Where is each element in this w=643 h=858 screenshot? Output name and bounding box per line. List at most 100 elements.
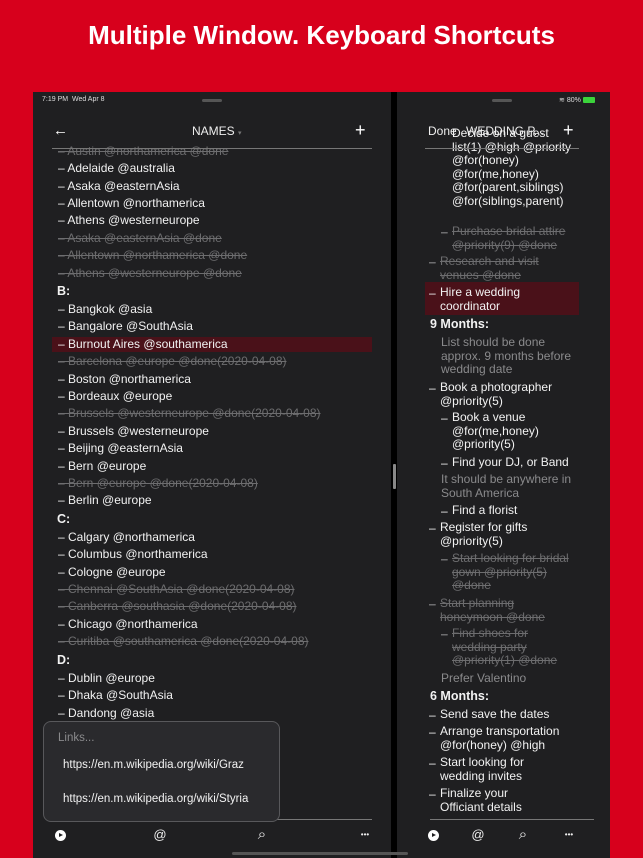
play-icon[interactable] bbox=[428, 830, 439, 841]
bullet-dash: – bbox=[441, 456, 448, 470]
item-text-line: @priority(5) bbox=[440, 393, 503, 408]
list-item[interactable]: – Find shoes for wedding party @priority(1)… bbox=[441, 626, 558, 668]
item-text-line: honeymoon @done bbox=[440, 609, 545, 624]
list-item[interactable]: – Allentown @northamerica @done bbox=[58, 248, 247, 262]
item-text-line: Prefer Valentino bbox=[441, 671, 527, 685]
play-icon[interactable] bbox=[55, 830, 66, 841]
list-item[interactable]: – Brussels @westerneurope bbox=[58, 424, 209, 438]
item-text-line: Arrange transportation bbox=[440, 724, 560, 738]
list-item[interactable]: Decide on a guest list(1) @high @priority… bbox=[452, 126, 571, 208]
list-item[interactable]: – Finalize your Officiant details bbox=[429, 786, 522, 814]
list-item[interactable]: – Barcelona @europe @done(2020-04-08) bbox=[58, 354, 287, 368]
battery-level: 80% bbox=[566, 97, 581, 104]
list-item[interactable]: – Bangkok @asia bbox=[58, 302, 152, 316]
list-item[interactable]: – Find your DJ, or Band bbox=[441, 455, 569, 470]
names-pane: 7:19 PM Wed Apr 8 ← NAMES ▾ + – Austin @… bbox=[33, 92, 391, 858]
list-item[interactable]: – Boston @northamerica bbox=[58, 372, 191, 386]
note[interactable]: It should be anywhere in South America bbox=[441, 472, 571, 500]
item-text-line: Find a florist bbox=[452, 503, 518, 517]
list-item[interactable]: – Start planning honeymoon @done bbox=[429, 596, 545, 624]
note[interactable]: Prefer Valentino bbox=[441, 671, 527, 686]
more-icon[interactable]: ••• bbox=[355, 828, 375, 842]
list-item[interactable]: – Start looking for bridal gown @priority(… bbox=[441, 551, 569, 593]
list-item[interactable]: – Athens @westerneurope bbox=[58, 213, 200, 227]
list-item[interactable]: – Athens @westerneurope @done bbox=[58, 266, 242, 280]
bullet-dash: – bbox=[441, 552, 448, 566]
popup-title: Links... bbox=[58, 732, 95, 744]
list-item[interactable]: – Bangalore @SouthAsia bbox=[58, 319, 193, 333]
list-item[interactable]: – Dublin @europe bbox=[58, 671, 155, 685]
item-text-line: Register for gifts bbox=[440, 520, 528, 534]
list-item[interactable]: – Book a venue @for(me,honey) @priority(5) bbox=[441, 410, 539, 452]
section-header[interactable]: 9 Months: bbox=[430, 317, 489, 332]
bullet-dash: – bbox=[441, 627, 448, 641]
item-text-line: @for(me,honey) bbox=[452, 166, 539, 181]
section-header[interactable]: C: bbox=[57, 512, 70, 526]
list-item[interactable]: – Register for gifts @priority(5) bbox=[429, 520, 528, 548]
list-item[interactable]: – Find a florist bbox=[441, 503, 518, 518]
window-grabber[interactable] bbox=[202, 99, 222, 102]
list-item[interactable]: – Chennai @SouthAsia @done(2020-04-08) bbox=[58, 582, 295, 596]
list-item[interactable]: – Calgary @northamerica bbox=[58, 530, 195, 544]
search-icon[interactable]: ⌕ bbox=[515, 827, 531, 842]
item-text-line: @priority(9) @done bbox=[452, 237, 558, 252]
list-item[interactable]: – Austin @northamerica @done bbox=[58, 144, 228, 158]
list-item[interactable]: – Bern @europe @done(2020-04-08) bbox=[58, 476, 258, 490]
list-item[interactable]: – Canberra @southasia @done(2020-04-08) bbox=[58, 599, 297, 613]
item-text-line: venues @done bbox=[440, 267, 521, 282]
list-item[interactable]: – Dandong @asia bbox=[58, 706, 154, 720]
chevron-down-icon: ▾ bbox=[238, 130, 242, 137]
list-item[interactable]: – Send save the dates bbox=[429, 707, 549, 722]
at-mention-button[interactable]: @ bbox=[152, 828, 168, 842]
item-text-line: @priority(5) bbox=[440, 533, 503, 548]
bullet-dash: – bbox=[441, 411, 448, 425]
link-item[interactable]: https://en.m.wikipedia.org/wiki/Styria bbox=[63, 793, 248, 805]
section-header[interactable]: B: bbox=[57, 284, 70, 298]
item-text-line: South America bbox=[441, 485, 520, 500]
list-item[interactable]: – Hire a wedding coordinator bbox=[429, 285, 520, 313]
split-view-handle[interactable] bbox=[393, 464, 396, 489]
list-item[interactable]: – Curitiba @southamerica @done(2020-04-0… bbox=[58, 634, 309, 648]
list-item[interactable]: – Purchase bridal attire @priority(9) @don… bbox=[441, 224, 565, 252]
list-item[interactable]: – Dhaka @SouthAsia bbox=[58, 688, 173, 702]
list-item[interactable]: – Chicago @northamerica bbox=[58, 617, 198, 631]
list-item[interactable]: – Start looking for wedding invites bbox=[429, 755, 524, 783]
list-item[interactable]: – Beijing @easternAsia bbox=[58, 441, 183, 455]
item-text-line: @priority(5) bbox=[452, 437, 515, 451]
more-icon[interactable]: ••• bbox=[559, 828, 579, 842]
item-text-line: Book a photographer bbox=[440, 380, 553, 394]
at-mention-button[interactable]: @ bbox=[470, 828, 486, 842]
item-text-line: @for(honey) @high bbox=[440, 737, 546, 752]
bullet-dash: – bbox=[429, 381, 436, 395]
section-header[interactable]: D: bbox=[57, 653, 70, 667]
list-item[interactable]: – Brussels @westerneurope @done(2020-04-… bbox=[58, 406, 321, 420]
item-text-line: Book a venue bbox=[452, 410, 526, 424]
note[interactable]: List should be done approx. 9 months befo… bbox=[441, 335, 571, 377]
link-item[interactable]: https://en.m.wikipedia.org/wiki/Graz bbox=[63, 759, 244, 771]
search-icon[interactable]: ⌕ bbox=[254, 827, 270, 842]
list-item[interactable]: – Asaka @easternAsia @done bbox=[58, 231, 222, 245]
list-item[interactable]: – Asaka @easternAsia bbox=[58, 179, 180, 193]
list-title-dropdown[interactable]: NAMES ▾ bbox=[192, 124, 242, 138]
list-item[interactable]: – Adelaide @australia bbox=[58, 161, 175, 175]
list-title: NAMES bbox=[192, 124, 235, 138]
list-item[interactable]: – Columbus @northamerica bbox=[58, 547, 208, 561]
item-text-line: @for(siblings,parent) bbox=[452, 193, 564, 208]
item-text-line: @priority(1) @done bbox=[452, 653, 558, 667]
list-item[interactable]: – Berlin @europe bbox=[58, 493, 152, 507]
list-item[interactable]: – Burnout Aires @southamerica bbox=[52, 337, 372, 352]
list-item[interactable]: – Arrange transportation @for(honey) @high bbox=[429, 724, 560, 752]
back-icon[interactable]: ← bbox=[53, 122, 68, 139]
add-button[interactable]: + bbox=[355, 120, 366, 141]
list-item[interactable]: – Bordeaux @europe bbox=[58, 389, 172, 403]
window-grabber[interactable] bbox=[492, 99, 512, 102]
item-text-line: Research and visit bbox=[440, 254, 539, 268]
list-item[interactable]: – Book a photographer @priority(5) bbox=[429, 380, 553, 408]
list-item[interactable]: – Cologne @europe bbox=[58, 565, 166, 579]
list-item[interactable]: – Research and visit venues @done bbox=[429, 254, 539, 282]
list-item[interactable]: – Bern @europe bbox=[58, 459, 146, 473]
section-header[interactable]: 6 Months: bbox=[430, 689, 489, 704]
item-text-line: @for(parent,siblings) bbox=[452, 180, 564, 194]
list-item[interactable]: – Allentown @northamerica bbox=[58, 196, 205, 210]
status-indicators: ≋ 80% bbox=[559, 96, 595, 104]
